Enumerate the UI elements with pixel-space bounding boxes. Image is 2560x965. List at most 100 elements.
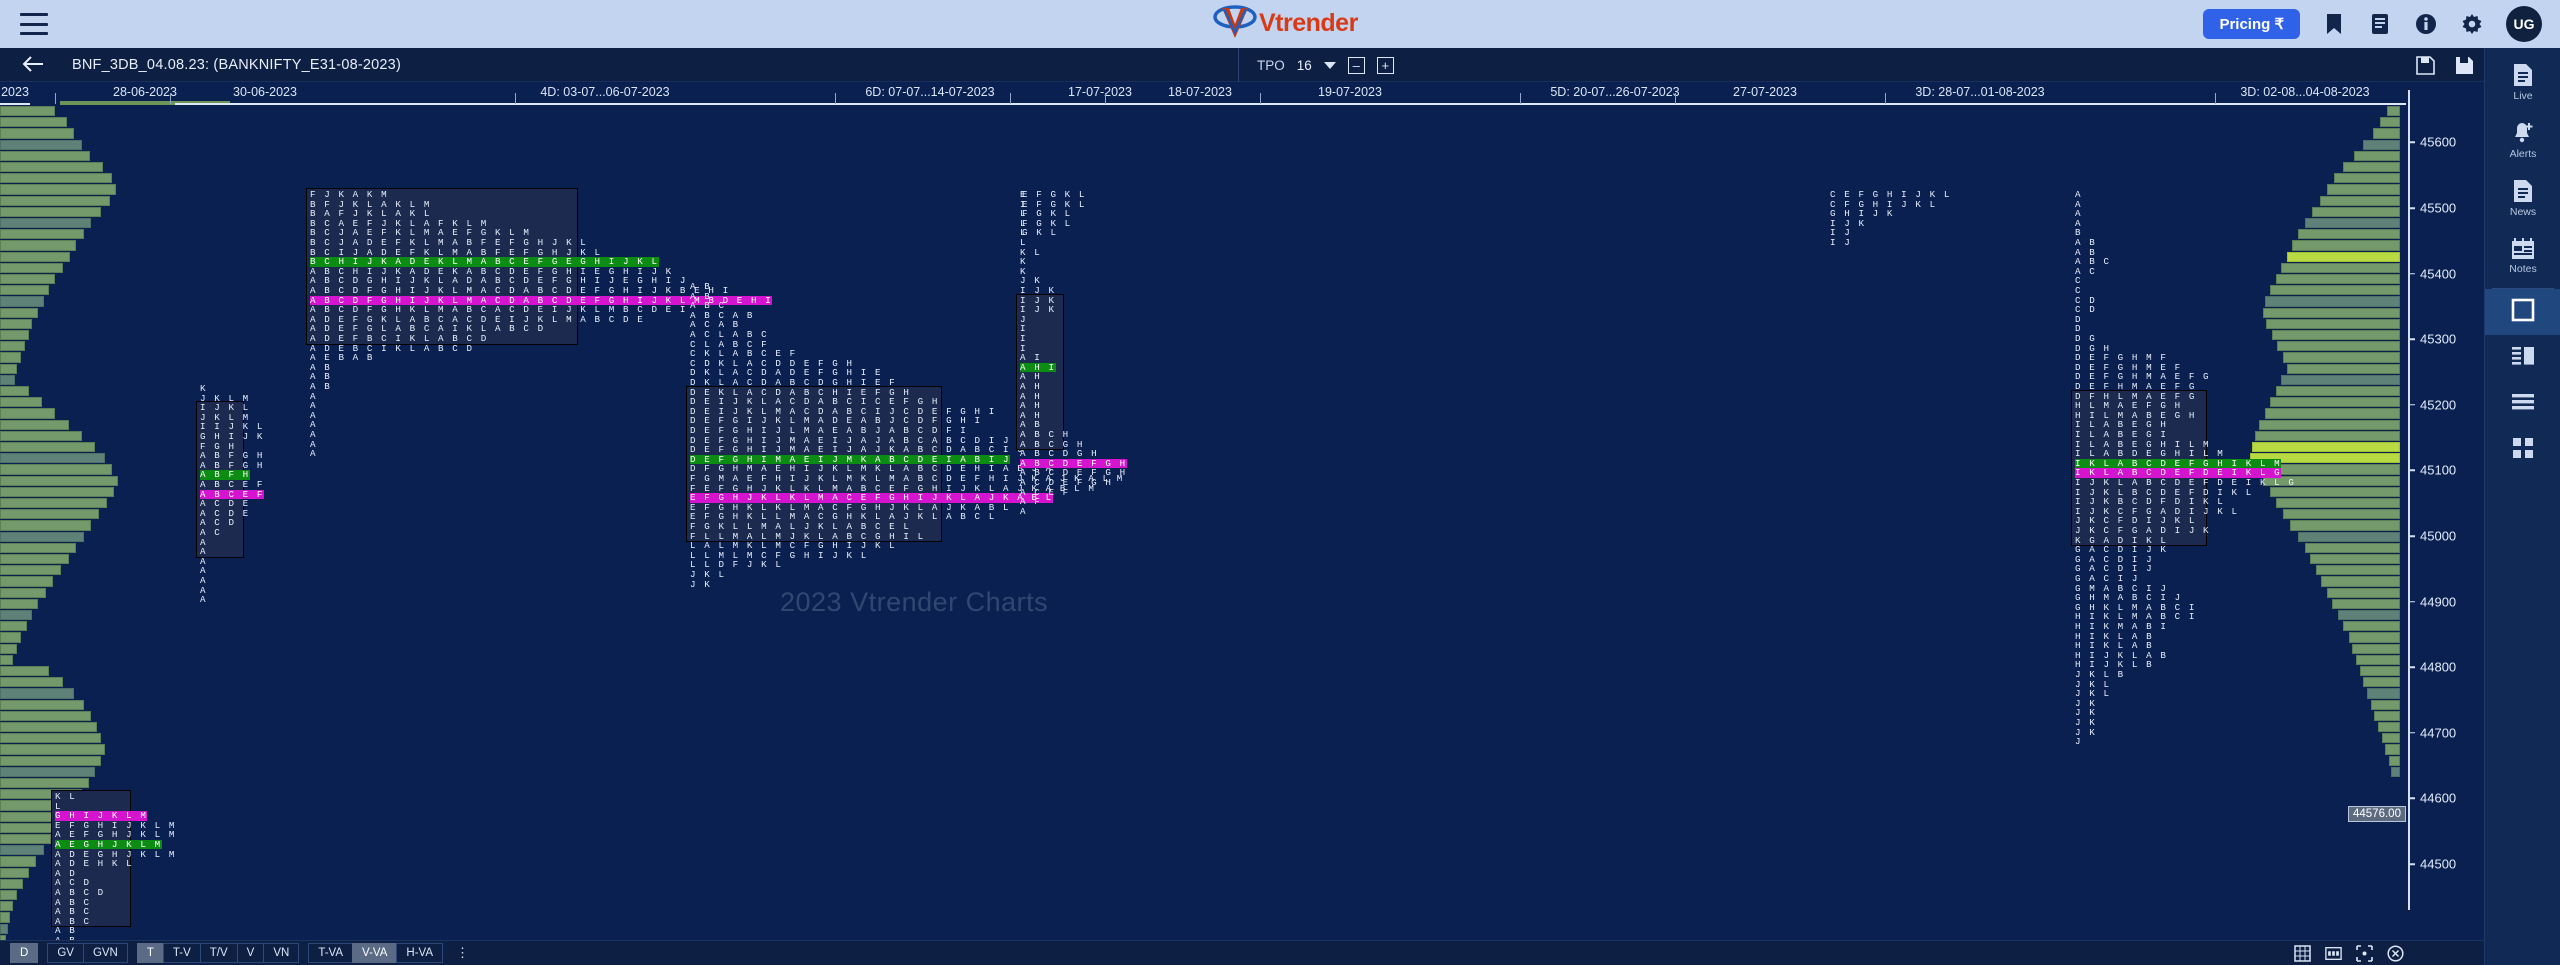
tpo-letter-row: B C J A D E F K L M A B F E F G H J K L <box>310 237 588 248</box>
tpo-letter-row: K L <box>55 791 77 802</box>
histogram-bar <box>2367 688 2400 699</box>
axis-label: 45500 <box>2420 200 2457 216</box>
toolbar-button-d[interactable]: D <box>10 943 39 963</box>
toolbar-button-t-v[interactable]: T-V <box>162 943 201 963</box>
document-icon[interactable] <box>2368 12 2392 36</box>
toolbar-button-t[interactable]: T <box>136 943 164 963</box>
layout-rows-button[interactable] <box>2485 381 2560 427</box>
sidebar-label-live: Live <box>2513 89 2533 102</box>
histogram-bar <box>2321 576 2400 587</box>
axis-label: 44800 <box>2420 659 2457 675</box>
histogram-bar <box>0 307 39 318</box>
tpo-increase-button[interactable]: + <box>1376 56 1394 74</box>
axis-label: 45000 <box>2420 528 2457 544</box>
histogram-bar <box>0 386 29 397</box>
session-date-label[interactable]: 3D: 28-07...01-08-2023 <box>1805 82 2155 104</box>
session-tick <box>515 93 516 104</box>
split-pane-icon <box>2511 345 2535 372</box>
more-options-icon[interactable]: ⋮ <box>456 946 469 959</box>
toolbar-group: D <box>10 943 39 963</box>
histogram-bar <box>0 498 107 509</box>
histogram-bar <box>2281 262 2400 273</box>
histogram-bar <box>2281 374 2400 385</box>
histogram-bar <box>0 139 82 150</box>
pricing-button[interactable]: Pricing ₹ <box>2203 9 2300 39</box>
histogram-bar <box>0 565 61 576</box>
toolbar-button-t-va[interactable]: T-VA <box>308 943 354 963</box>
tpo-value[interactable]: 16 <box>1297 58 1312 73</box>
histogram-bar <box>0 408 56 419</box>
toolbar-button-h-va[interactable]: H-VA <box>396 943 444 963</box>
tpo-letter-row: A D E F B C I K L A B C D <box>310 333 488 344</box>
fit-screen-icon[interactable] <box>2356 944 2373 962</box>
tpo-letter-row: G H I J K <box>200 431 265 442</box>
tpo-letter-row: I J K <box>1020 285 1056 296</box>
histogram-bar <box>0 184 117 195</box>
toolbar-button-gvn[interactable]: GVN <box>82 943 128 963</box>
histogram-bar <box>2337 610 2400 621</box>
avatar[interactable]: UG <box>2506 6 2542 42</box>
histogram-bar <box>2343 621 2400 632</box>
sidebar-item-news[interactable]: News <box>2485 174 2560 222</box>
axis-label: 44600 <box>2420 790 2457 806</box>
chevron-down-icon[interactable] <box>1323 61 1336 69</box>
bookmark-icon[interactable] <box>2322 12 2346 36</box>
histogram-bar <box>2286 251 2400 262</box>
axis-tick <box>2408 141 2415 144</box>
back-arrow-icon[interactable] <box>22 55 44 74</box>
grid-layout-icon <box>2512 437 2534 464</box>
session-date-label[interactable]: 30-06-2023 <box>175 82 355 104</box>
app-logo[interactable]: Vtrender <box>1212 2 1358 44</box>
axis-tick <box>2408 535 2415 537</box>
grid-icon[interactable] <box>2294 944 2311 962</box>
histogram-bar <box>2315 565 2400 576</box>
session-date-label[interactable]: 2023 <box>0 82 30 104</box>
histogram-bar <box>2270 285 2400 296</box>
toolbar-button-v[interactable]: V <box>236 943 265 963</box>
price-axis[interactable]: 45600 45500 45400 45300 45200 45100 45000 44900… <box>2348 82 2484 940</box>
tpo-letter-row: J K L B <box>2075 669 2125 680</box>
histogram-bar <box>0 475 118 486</box>
layout-single-pane-button[interactable] <box>2485 289 2560 335</box>
histogram-bar <box>2270 486 2400 497</box>
hamburger-icon[interactable] <box>20 13 48 35</box>
sidebar-item-live[interactable]: Live <box>2485 58 2560 106</box>
toolbar-button-vn[interactable]: VN <box>263 943 300 963</box>
sidebar-item-notes[interactable]: Notes <box>2485 232 2560 280</box>
histogram-bar <box>2378 722 2400 733</box>
save-icon[interactable] <box>2416 55 2435 75</box>
toolbar-group: T T-V T/V V VN <box>136 943 300 963</box>
histogram-bar <box>0 587 46 598</box>
histogram-bar <box>0 666 50 677</box>
toolbar-button-gv[interactable]: GV <box>47 943 84 963</box>
session-tick <box>1520 93 1521 104</box>
info-icon[interactable] <box>2414 12 2438 36</box>
toolbar-button-t-v[interactable]: T/V <box>199 943 238 963</box>
axis-tick <box>2408 207 2415 209</box>
tpo-letter-row: E F G K L <box>1022 189 1087 200</box>
toolbar-button-v-va[interactable]: V-VA <box>352 943 398 963</box>
chart-canvas[interactable]: 2023 28-06-2023 30-06-2023 4D: 03-07...06-0… <box>0 82 2484 940</box>
layout-grid-button[interactable] <box>2485 427 2560 473</box>
axis-label: 45100 <box>2420 462 2457 478</box>
session-tick <box>170 93 171 104</box>
histogram-bar <box>0 251 71 262</box>
tpo-letter-row: I L A B E G I <box>2075 429 2168 440</box>
sidebar-item-alerts[interactable]: Alerts <box>2485 116 2560 164</box>
tpo-decrease-button[interactable]: – <box>1347 56 1365 74</box>
tpo-letter-row: A B <box>2075 237 2097 248</box>
sidebar-label-news: News <box>2509 205 2537 218</box>
save-filled-icon[interactable] <box>2455 56 2474 75</box>
histogram-bar <box>0 195 111 206</box>
tpo-letter-row: J K C F G A D I J K <box>2075 525 2211 536</box>
layout-split-pane-button[interactable] <box>2485 335 2560 381</box>
histogram-bar <box>0 699 84 710</box>
abc-icon[interactable] <box>2325 945 2342 962</box>
bottom-right-actions <box>2294 944 2404 962</box>
gear-icon[interactable] <box>2460 12 2484 36</box>
histogram-bar <box>2292 240 2400 251</box>
histogram-bar <box>2262 307 2400 318</box>
symbol-title: BNF_3DB_04.08.23: (BANKNIFTY_E31-08-2023… <box>72 56 401 73</box>
close-circle-icon[interactable] <box>2387 944 2404 962</box>
tpo-letter-row: A <box>200 594 208 606</box>
